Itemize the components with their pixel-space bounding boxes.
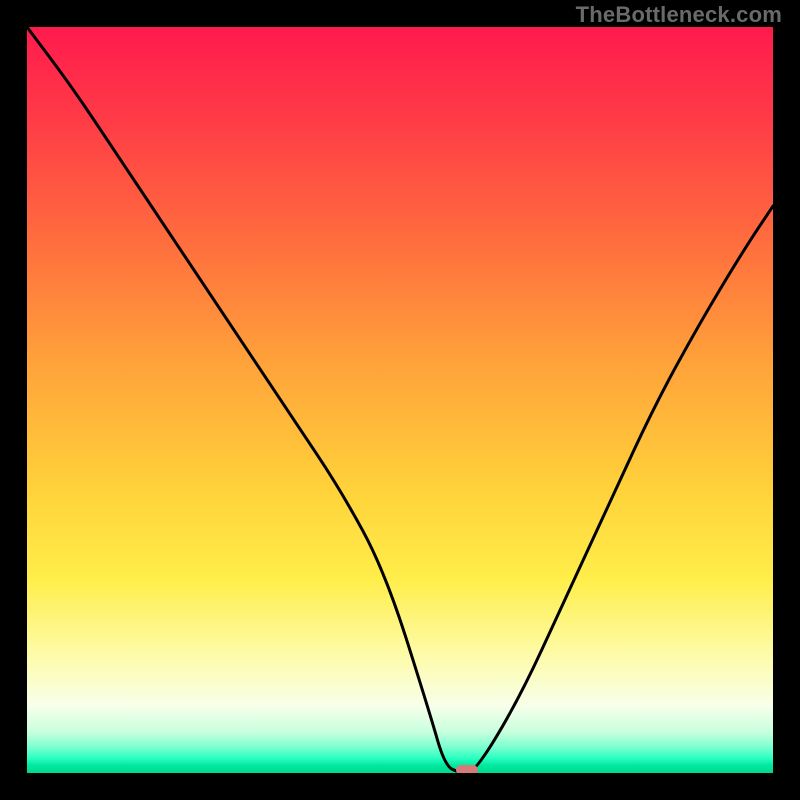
bottleneck-curve: [27, 27, 773, 773]
minimum-marker: [456, 765, 478, 773]
plot-area: [27, 27, 773, 773]
chart-frame: TheBottleneck.com: [0, 0, 800, 800]
watermark-text: TheBottleneck.com: [576, 2, 782, 28]
